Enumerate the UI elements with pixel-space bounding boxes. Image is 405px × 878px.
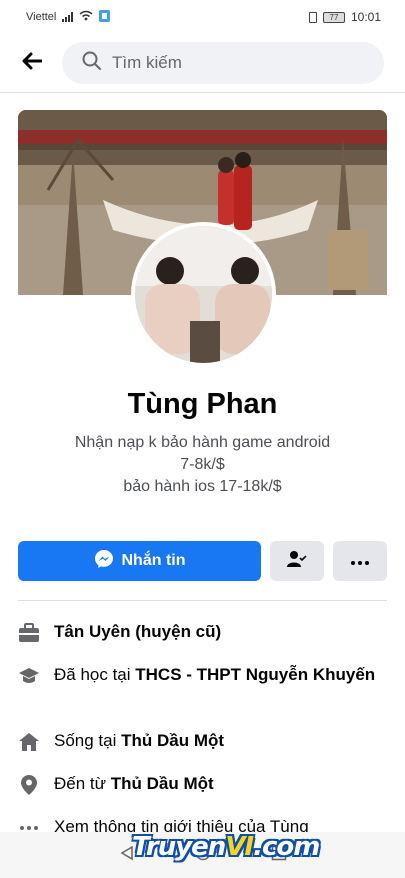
vibrate-icon: [308, 11, 317, 23]
friends-button[interactable]: [270, 541, 324, 581]
info-education-text: Đã học tại THCS - THPT Nguyễn Khuyến: [54, 664, 375, 686]
search-placeholder: Tìm kiếm: [112, 53, 182, 72]
friend-check-icon: [287, 550, 307, 573]
graduation-cap-icon: [18, 665, 40, 687]
battery-level: 77: [329, 12, 339, 22]
info-work[interactable]: Tân Uyên (huyện cũ): [18, 621, 387, 644]
education-prefix: Đã học tại: [54, 665, 136, 684]
lives-place: Thủ Dầu Một: [121, 731, 225, 750]
info-lives-text: Sống tại Thủ Dầu Một: [54, 730, 224, 752]
watermark-part: .com: [253, 832, 320, 862]
from-prefix: Đến từ: [54, 774, 111, 793]
carrier-label: Viettel: [26, 11, 57, 23]
signal-icon: [62, 12, 74, 22]
search-icon: [82, 51, 102, 76]
wifi-icon: [79, 10, 93, 24]
message-button[interactable]: Nhắn tin: [18, 541, 261, 581]
search-input[interactable]: Tìm kiếm: [62, 42, 384, 84]
messenger-icon: [94, 549, 114, 574]
briefcase-icon: [18, 622, 40, 644]
arrow-left-icon: [22, 52, 43, 75]
profile-bio: Nhận nạp k bảo hành game android 7-8k/$ …: [0, 432, 405, 498]
bio-line: 7-8k/$: [180, 456, 225, 473]
ellipsis-icon: [351, 552, 369, 570]
battery-icon: 77: [322, 11, 345, 23]
info-lives[interactable]: Sống tại Thủ Dầu Một: [18, 730, 387, 753]
back-button[interactable]: [18, 49, 46, 77]
message-button-label: Nhắn tin: [121, 552, 186, 569]
profile-avatar[interactable]: [131, 222, 276, 367]
info-from[interactable]: Đến từ Thủ Dầu Một: [18, 773, 387, 796]
profile-actions: Nhắn tin: [18, 541, 387, 581]
info-work-text: Tân Uyên (huyện cũ): [54, 621, 221, 643]
top-bar: Tìm kiếm: [0, 40, 405, 86]
location-pin-icon: [18, 774, 40, 796]
actions-divider: [18, 600, 387, 601]
lives-prefix: Sống tại: [54, 731, 122, 750]
avatar-photo: [135, 226, 272, 363]
watermark-part: VI: [225, 832, 254, 862]
work-place: Tân Uyên (huyện cũ): [54, 622, 222, 641]
home-icon: [18, 731, 40, 753]
status-bar: Viettel 77 10:01: [0, 0, 405, 34]
watermark-logo: TruyenVI.com: [132, 832, 320, 862]
info-from-text: Đến từ Thủ Dầu Một: [54, 773, 214, 795]
watermark-part: Truyen: [132, 832, 226, 862]
education-place: THCS - THPT Nguyễn Khuyến: [135, 665, 376, 684]
notification-icon: [99, 9, 111, 25]
header-divider: [0, 92, 405, 93]
info-education[interactable]: Đã học tại THCS - THPT Nguyễn Khuyến: [18, 664, 387, 687]
from-place: Thủ Dầu Một: [110, 774, 214, 793]
bio-line: bảo hành ios 17-18k/$: [123, 478, 282, 495]
bio-line: Nhận nạp k bảo hành game android: [74, 434, 331, 451]
more-options-button[interactable]: [333, 541, 387, 581]
clock: 10:01: [350, 10, 381, 24]
profile-name: Tùng Phan: [127, 388, 278, 420]
